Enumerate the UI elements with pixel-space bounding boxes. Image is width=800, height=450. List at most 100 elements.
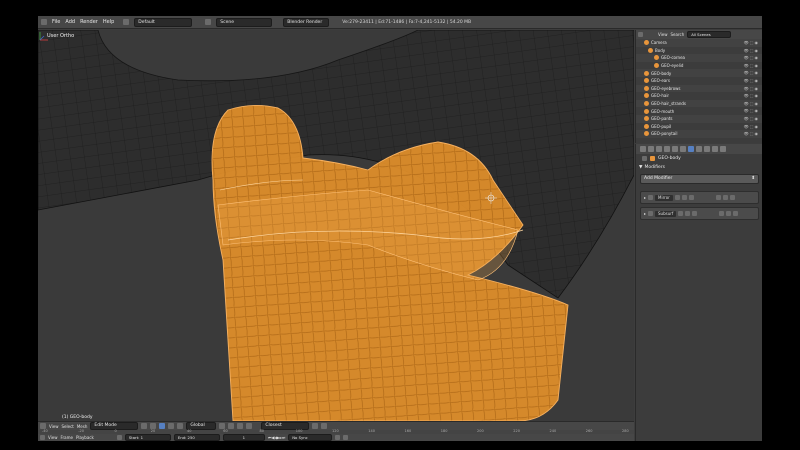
render-tab-icon[interactable]: [640, 146, 646, 152]
end-frame-field[interactable]: End: 250: [173, 434, 220, 441]
outliner-item-label: Camera: [651, 40, 667, 46]
menu-help[interactable]: Help: [103, 19, 114, 25]
object-icon: [644, 131, 649, 137]
outliner-item[interactable]: Body 👁⬚◉: [636, 47, 762, 55]
translate-icon[interactable]: [168, 423, 175, 429]
editmode-toggle-icon[interactable]: [688, 195, 694, 200]
outliner-item[interactable]: GEO-ponytail 👁⬚◉: [636, 130, 762, 138]
visibility-icon[interactable]: 👁⬚◉: [744, 70, 759, 75]
visibility-icon[interactable]: 👁⬚◉: [744, 86, 759, 91]
visibility-icon[interactable]: 👁⬚◉: [744, 124, 759, 129]
outliner-item[interactable]: GEO-ears 👁⬚◉: [636, 77, 762, 85]
properties-editor[interactable]: GEO-body ▼ Modifiers Add Modifier ⬍ ▸ Mi…: [635, 144, 762, 441]
editor-type-icon[interactable]: [41, 19, 47, 25]
menu-mesh[interactable]: Mesh: [77, 424, 88, 429]
layers-tab-icon[interactable]: [648, 146, 654, 152]
keying-set-icon[interactable]: [343, 435, 349, 440]
close-icon[interactable]: [733, 211, 739, 216]
object-icon: [644, 85, 649, 91]
outliner-item[interactable]: GEO-pupil 👁⬚◉: [636, 123, 762, 131]
record-icon[interactable]: [116, 435, 122, 440]
viewport-toggle-icon[interactable]: [685, 211, 691, 216]
menu-view[interactable]: View: [49, 424, 59, 429]
visibility-icon[interactable]: 👁⬚◉: [744, 108, 759, 113]
visibility-icon[interactable]: 👁⬚◉: [744, 131, 759, 136]
texture-tab-icon[interactable]: [712, 146, 718, 152]
modifier-name-field[interactable]: Subsurf: [655, 210, 677, 217]
scene-selector[interactable]: Scene: [216, 17, 273, 27]
outliner-item[interactable]: GEO-eyelid 👁⬚◉: [636, 62, 762, 70]
edge-select-icon[interactable]: [228, 423, 235, 429]
layers-icon[interactable]: [321, 423, 328, 429]
outliner-item[interactable]: GEO-body 👁⬚◉: [636, 69, 762, 77]
render-toggle-icon[interactable]: [678, 211, 684, 216]
menu-select[interactable]: Select: [62, 424, 74, 429]
menu-view[interactable]: View: [48, 435, 58, 440]
outliner-item[interactable]: Camera 👁⬚◉: [636, 39, 762, 47]
snap-icon[interactable]: [312, 423, 319, 429]
visibility-icon[interactable]: 👁⬚◉: [744, 93, 759, 98]
menu-render[interactable]: Render: [80, 19, 98, 25]
outliner-item[interactable]: GEO-mouth 👁⬚◉: [636, 107, 762, 115]
menu-search[interactable]: Search: [671, 32, 685, 37]
current-frame-field[interactable]: 1: [222, 434, 265, 441]
data-tab-icon[interactable]: [696, 146, 702, 152]
outliner-item[interactable]: GEO-eyebrows 👁⬚◉: [636, 84, 762, 93]
playback-controls[interactable]: ⏮◀◂▶▸⏭: [268, 435, 285, 440]
outliner-item[interactable]: GEO-hair_strands 👁⬚◉: [636, 99, 762, 108]
outliner-item[interactable]: GEO-hair 👁⬚◉: [636, 92, 762, 100]
outliner-item[interactable]: GEO-pants 👁⬚◉: [636, 114, 762, 123]
menu-view[interactable]: View: [658, 32, 668, 37]
modifier-panel[interactable]: ▸ Subsurf: [640, 207, 759, 220]
render-engine-selector[interactable]: Blender Render: [283, 17, 330, 27]
visibility-icon[interactable]: 👁⬚◉: [744, 101, 759, 106]
scene-tab-icon[interactable]: [656, 146, 662, 152]
constraints-tab-icon[interactable]: [680, 146, 686, 152]
keyframe-icon[interactable]: [335, 435, 341, 440]
expand-icon[interactable]: ▸: [644, 195, 646, 200]
shading-icon[interactable]: [141, 423, 148, 429]
move-down-icon[interactable]: [726, 211, 732, 216]
modifier-panel[interactable]: ▸ Mirror: [640, 191, 759, 204]
modifiers-tab-icon[interactable]: [688, 146, 694, 152]
physics-tab-icon[interactable]: [720, 146, 726, 152]
world-tab-icon[interactable]: [664, 146, 670, 152]
move-up-icon[interactable]: [719, 211, 725, 216]
editmode-toggle-icon[interactable]: [692, 211, 698, 216]
visibility-icon[interactable]: 👁⬚◉: [744, 40, 759, 45]
layout-selector[interactable]: Default: [134, 17, 193, 27]
timeline[interactable]: -40 -20 0 20 40 60 80 100 120 140 160 180 200 220 240 2…: [38, 429, 634, 441]
face-select-icon[interactable]: [237, 423, 244, 429]
start-frame-field[interactable]: Start: 1: [124, 434, 171, 441]
visibility-icon[interactable]: 👁⬚◉: [744, 116, 759, 121]
visibility-icon[interactable]: 👁⬚◉: [744, 55, 759, 60]
display-mode-selector[interactable]: All Scenes: [687, 31, 732, 38]
visibility-icon[interactable]: 👁⬚◉: [744, 78, 759, 83]
menu-playback[interactable]: Playback: [76, 435, 94, 440]
editor-type-icon[interactable]: [638, 32, 643, 37]
modifier-name-field[interactable]: Mirror: [655, 194, 673, 201]
close-icon[interactable]: [729, 195, 735, 200]
menu-frame[interactable]: Frame: [61, 435, 73, 440]
visibility-icon[interactable]: 👁⬚◉: [744, 63, 759, 68]
add-modifier-button[interactable]: Add Modifier ⬍: [640, 174, 759, 184]
rotate-icon[interactable]: [177, 423, 184, 429]
move-down-icon[interactable]: [722, 195, 728, 200]
object-tab-icon[interactable]: [672, 146, 678, 152]
material-tab-icon[interactable]: [704, 146, 710, 152]
render-toggle-icon[interactable]: [674, 195, 680, 200]
manipulator-icon[interactable]: [159, 423, 166, 429]
outliner[interactable]: View Search All Scenes Camera 👁⬚◉ Body 👁⬚◉ G…: [635, 30, 762, 143]
menu-add[interactable]: Add: [65, 19, 75, 25]
menu-file[interactable]: File: [52, 19, 60, 25]
move-up-icon[interactable]: [715, 195, 721, 200]
sync-selector[interactable]: No Sync: [288, 434, 333, 441]
visibility-icon[interactable]: 👁⬚◉: [744, 48, 759, 53]
collapse-triangle-icon[interactable]: ▼: [639, 165, 642, 170]
3d-viewport[interactable]: User Ortho (1) GEO-body: [38, 30, 634, 421]
outliner-item[interactable]: GEO-cornea 👁⬚◉: [636, 54, 762, 62]
editor-type-icon[interactable]: [40, 435, 45, 440]
expand-icon[interactable]: ▸: [644, 211, 646, 216]
viewport-toggle-icon[interactable]: [681, 195, 687, 200]
proportional-edit-icon[interactable]: [246, 423, 253, 429]
